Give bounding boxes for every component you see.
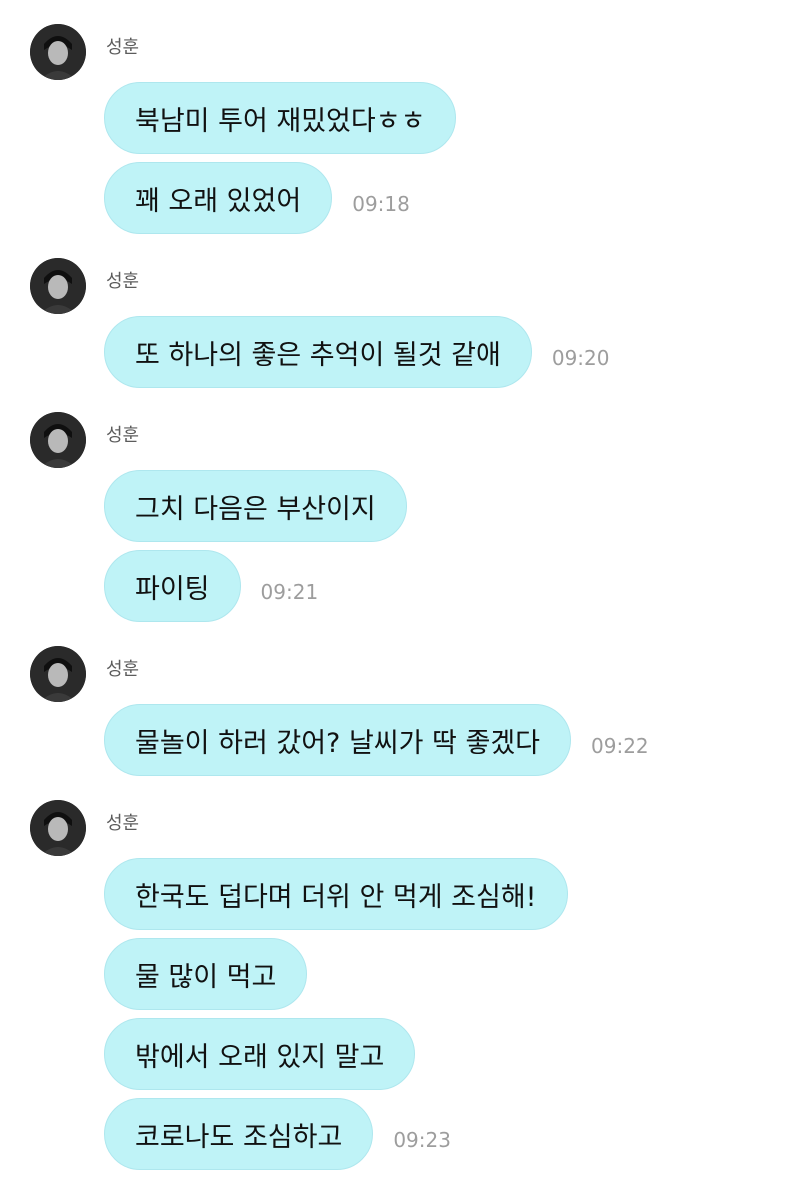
- message-time: 09:21: [260, 580, 319, 604]
- message-row: 물놀이 하러 갔어? 날씨가 딱 좋겠다 09:22: [104, 704, 649, 776]
- message-time: 09:23: [393, 1128, 451, 1152]
- message-row: 파이팅 09:21: [104, 550, 318, 622]
- message-bubble[interactable]: 꽤 오래 있었어: [104, 162, 333, 234]
- message-row: 북남미 투어 재밌었다ㅎㅎ: [104, 82, 457, 154]
- profile-photo-icon: [30, 258, 86, 314]
- message-time: 09:20: [551, 346, 610, 370]
- avatar[interactable]: [30, 24, 86, 80]
- message-bubble[interactable]: 북남미 투어 재밌었다ㅎㅎ: [104, 82, 457, 154]
- profile-photo-icon: [30, 24, 86, 80]
- message-row: 꽤 오래 있었어 09:18: [104, 162, 410, 234]
- message-time: 09:18: [352, 192, 410, 216]
- avatar[interactable]: [30, 800, 86, 856]
- sender-name: 성훈: [106, 659, 140, 680]
- message-time: 09:22: [591, 734, 649, 758]
- message-bubble[interactable]: 파이팅: [104, 550, 241, 622]
- sender-name: 성훈: [106, 271, 140, 292]
- profile-photo-icon: [30, 412, 86, 468]
- sender-name: 성훈: [106, 37, 140, 58]
- message-row: 밖에서 오래 있지 말고: [104, 1018, 416, 1090]
- avatar[interactable]: [30, 646, 86, 702]
- message-bubble[interactable]: 물 많이 먹고: [104, 938, 308, 1010]
- message-row: 그치 다음은 부산이지: [104, 470, 407, 542]
- message-row: 또 하나의 좋은 추억이 될것 같애 09:20: [104, 316, 609, 388]
- message-bubble[interactable]: 밖에서 오래 있지 말고: [104, 1018, 416, 1090]
- profile-photo-icon: [30, 646, 86, 702]
- sender-name: 성훈: [106, 813, 140, 834]
- avatar[interactable]: [30, 412, 86, 468]
- message-bubble[interactable]: 한국도 덥다며 더위 안 먹게 조심해!: [104, 858, 568, 930]
- message-row: 물 많이 먹고: [104, 938, 308, 1010]
- chat-thread: 성훈 북남미 투어 재밌었다ㅎㅎ 꽤 오래 있었어 09:18 성훈 또 하나의…: [0, 0, 799, 1200]
- message-bubble[interactable]: 또 하나의 좋은 추억이 될것 같애: [104, 316, 532, 388]
- avatar[interactable]: [30, 258, 86, 314]
- message-row: 코로나도 조심하고 09:23: [104, 1098, 451, 1170]
- profile-photo-icon: [30, 800, 86, 856]
- message-bubble[interactable]: 코로나도 조심하고: [104, 1098, 374, 1170]
- message-row: 한국도 덥다며 더위 안 먹게 조심해!: [104, 858, 568, 930]
- message-bubble[interactable]: 그치 다음은 부산이지: [104, 470, 407, 542]
- message-bubble[interactable]: 물놀이 하러 갔어? 날씨가 딱 좋겠다: [104, 704, 572, 776]
- sender-name: 성훈: [106, 425, 140, 446]
